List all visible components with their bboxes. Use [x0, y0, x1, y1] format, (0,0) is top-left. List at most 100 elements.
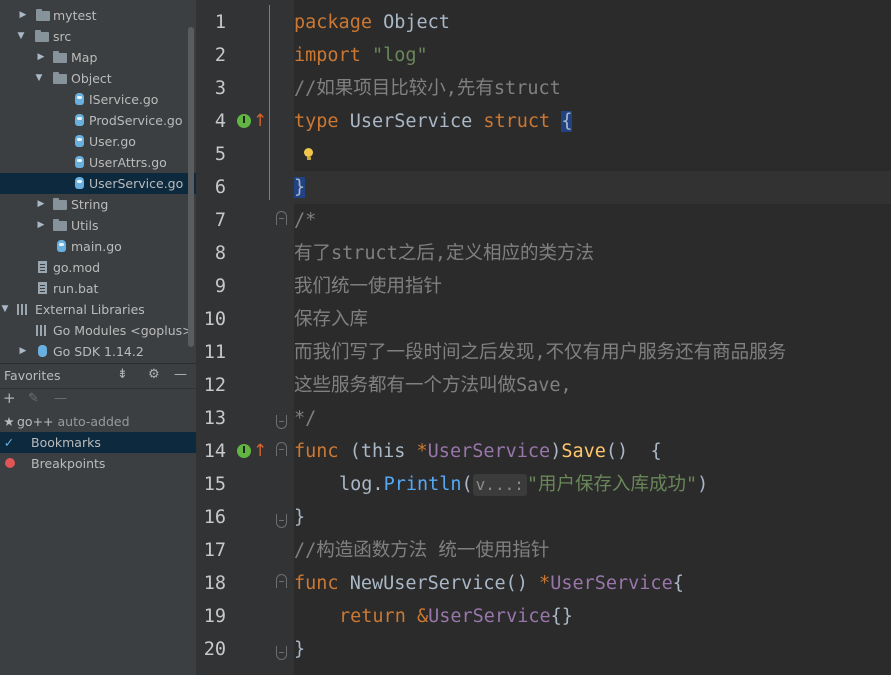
- favorites-item-breakpoints[interactable]: Breakpoints: [0, 453, 196, 474]
- folder-icon: [53, 219, 67, 231]
- tree-item-object[interactable]: ▼ Object: [0, 68, 196, 89]
- code-line[interactable]: return &UserService{}: [294, 600, 891, 633]
- chevron-right-icon[interactable]: ▶: [36, 47, 46, 68]
- string-literal: "用户保存入库成功": [526, 474, 698, 495]
- favorites-item-bookmarks[interactable]: ✓ Bookmarks: [0, 432, 196, 453]
- code-line[interactable]: 有了struct之后,定义相应的类方法: [294, 237, 891, 270]
- tree-item-prodservice-go[interactable]: ProdService.go: [0, 110, 196, 131]
- code-line[interactable]: //如果项目比较小,先有struct: [294, 72, 891, 105]
- document-icon: [38, 282, 47, 294]
- comment: */: [294, 408, 317, 429]
- lightbulb-icon[interactable]: [304, 148, 313, 160]
- gutter-row: 12: [196, 369, 294, 402]
- go-to-super-icon[interactable]: ↑: [253, 109, 267, 133]
- code-line[interactable]: }: [294, 633, 891, 666]
- code-line[interactable]: /*: [294, 204, 891, 237]
- tree-item-label: Object: [71, 71, 112, 86]
- chevron-right-icon[interactable]: ▶: [18, 5, 28, 26]
- comment: 这些服务都有一个方法叫做Save,: [294, 375, 572, 396]
- chevron-down-icon[interactable]: ▼: [0, 299, 10, 320]
- brace: }: [294, 177, 306, 198]
- line-number: 1: [214, 12, 226, 33]
- code-line[interactable]: func NewUserService() *UserService{: [294, 567, 891, 600]
- code-line[interactable]: log.Println(v...: "用户保存入库成功"): [294, 468, 891, 501]
- tree-item-map[interactable]: ▶ Map: [0, 47, 196, 68]
- function-name: Save: [561, 441, 606, 462]
- tree-item-userattrs-go[interactable]: UserAttrs.go: [0, 152, 196, 173]
- library-icon: [36, 325, 48, 336]
- line-number: 5: [214, 144, 226, 165]
- tree-item-go-sdk[interactable]: ▶ Go SDK 1.14.2: [0, 341, 196, 362]
- edit-icon[interactable]: ✎: [28, 391, 39, 406]
- fold-icon[interactable]: [276, 442, 287, 456]
- chevron-right-icon[interactable]: ▶: [36, 194, 46, 215]
- chevron-down-icon[interactable]: ▼: [16, 26, 26, 47]
- folder-icon: [35, 30, 49, 42]
- code-line[interactable]: }: [294, 501, 891, 534]
- tree-item-userservice-go[interactable]: UserService.go: [0, 173, 196, 194]
- chevron-down-icon[interactable]: ▼: [34, 68, 44, 89]
- tree-item-utils[interactable]: ▶ Utils: [0, 215, 196, 236]
- favorites-item-goplusplus[interactable]: ★ go++ auto-added: [0, 411, 196, 432]
- code-line[interactable]: package Object: [294, 6, 891, 39]
- unfold-icon[interactable]: [276, 514, 287, 528]
- folder-icon: [53, 72, 67, 84]
- tree-item-iservice-go[interactable]: IService.go: [0, 89, 196, 110]
- code-line[interactable]: type UserService struct {: [294, 105, 891, 138]
- code-text: NewUserService(): [338, 573, 540, 594]
- implements-icon[interactable]: I: [237, 444, 251, 458]
- code-editor[interactable]: 1 2 3 4 I ↑ 5 6 7 8 9 10 11 12 13 14 I ↑…: [196, 0, 891, 675]
- gutter-row: 11: [196, 336, 294, 369]
- code-line-current[interactable]: }: [294, 171, 891, 204]
- tree-item-external-libraries[interactable]: ▼ External Libraries: [0, 299, 196, 320]
- gear-icon[interactable]: ⚙: [148, 367, 160, 382]
- code-line[interactable]: func (this *UserService)Save() {: [294, 435, 891, 468]
- tree-item-string[interactable]: ▶ String: [0, 194, 196, 215]
- gutter-row: 8: [196, 237, 294, 270]
- code-line[interactable]: //构造函数方法 统一使用指针: [294, 534, 891, 567]
- tree-item-main-go[interactable]: main.go: [0, 236, 196, 257]
- gutter-row: 2: [196, 39, 294, 72]
- project-tree: ▶ mytest ▼ src ▶ Map ▼ Object IService.g…: [0, 5, 196, 362]
- unfold-icon[interactable]: [276, 646, 287, 660]
- gutter-row: 18: [196, 567, 294, 600]
- code-line[interactable]: 这些服务都有一个方法叫做Save,: [294, 369, 891, 402]
- code-line[interactable]: 我们统一使用指针: [294, 270, 891, 303]
- keyword: package: [294, 12, 372, 33]
- tree-item-label: UserService.go: [89, 176, 184, 191]
- collapse-all-icon[interactable]: ⇟: [117, 367, 128, 382]
- favorites-toolbar: + ✎ —: [0, 388, 196, 410]
- code-line[interactable]: */: [294, 402, 891, 435]
- tree-item-mytest[interactable]: ▶ mytest: [0, 5, 196, 26]
- keyword: func: [294, 573, 339, 594]
- go-sdk-icon: [38, 345, 47, 357]
- chevron-right-icon[interactable]: ▶: [36, 215, 46, 236]
- unfold-icon[interactable]: [276, 415, 287, 429]
- code-text: }: [294, 507, 306, 528]
- line-number: 7: [214, 210, 226, 231]
- code-line[interactable]: 保存入库: [294, 303, 891, 336]
- add-icon[interactable]: +: [3, 389, 16, 407]
- tree-item-src[interactable]: ▼ src: [0, 26, 196, 47]
- chevron-right-icon[interactable]: ▶: [18, 341, 28, 362]
- code-line[interactable]: [294, 138, 891, 171]
- tree-item-go-mod[interactable]: go.mod: [0, 257, 196, 278]
- implements-icon[interactable]: I: [237, 114, 251, 128]
- comment: 而我们写了一段时间之后发现,不仅有用户服务还有商品服务: [294, 342, 787, 363]
- tree-item-run-bat[interactable]: run.bat: [0, 278, 196, 299]
- tree-item-user-go[interactable]: User.go: [0, 131, 196, 152]
- gutter-row: 7: [196, 204, 294, 237]
- remove-icon[interactable]: —: [54, 391, 67, 406]
- fold-icon[interactable]: [276, 211, 287, 225]
- minimize-icon[interactable]: —: [174, 367, 187, 382]
- go-to-super-icon[interactable]: ↑: [253, 439, 267, 463]
- comment: 我们统一使用指针: [294, 276, 443, 297]
- fold-icon[interactable]: [276, 574, 287, 588]
- code-area[interactable]: package Object import "log" //如果项目比较小,先有…: [294, 0, 891, 675]
- function-call: Println: [383, 474, 462, 495]
- tree-item-go-modules[interactable]: Go Modules <goplus>: [0, 320, 196, 341]
- code-line[interactable]: import "log": [294, 39, 891, 72]
- code-line[interactable]: 而我们写了一段时间之后发现,不仅有用户服务还有商品服务: [294, 336, 891, 369]
- tree-scrollbar[interactable]: [188, 27, 194, 347]
- gutter-row: 14 I ↑: [196, 435, 294, 468]
